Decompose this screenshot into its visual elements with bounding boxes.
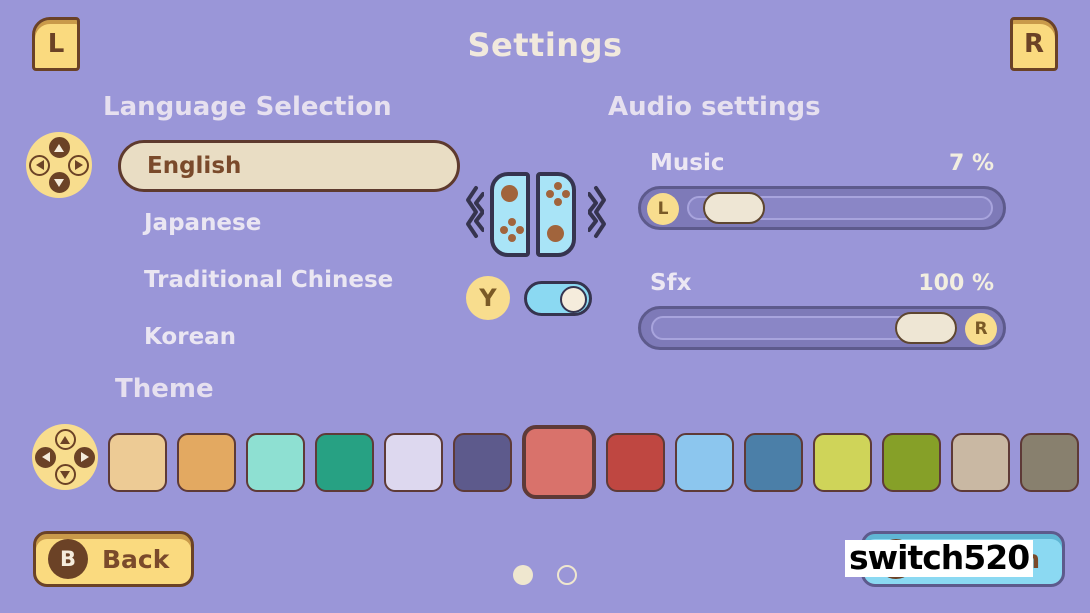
- theme-swatch[interactable]: [315, 432, 374, 492]
- settings-screen: L R Settings Language Selection English …: [0, 0, 1090, 613]
- music-slider-label: Music: [650, 150, 725, 176]
- theme-swatch[interactable]: [1020, 432, 1079, 492]
- theme-swatch[interactable]: [882, 432, 941, 492]
- language-option-japanese[interactable]: Japanese: [118, 197, 460, 249]
- language-option-english[interactable]: English: [118, 140, 460, 192]
- language-option-label: Traditional Chinese: [144, 267, 394, 293]
- theme-section-title: Theme: [115, 374, 214, 404]
- theme-swatch[interactable]: [384, 432, 443, 492]
- theme-swatch[interactable]: [522, 425, 596, 499]
- theme-swatch-row: [108, 424, 1079, 500]
- language-option-korean[interactable]: Korean: [118, 311, 460, 363]
- music-slider-block: Music 7 % L: [638, 150, 1006, 230]
- rumble-toggle[interactable]: [524, 281, 592, 316]
- theme-swatch[interactable]: [675, 432, 734, 492]
- theme-swatch[interactable]: [177, 432, 236, 492]
- theme-swatch[interactable]: [108, 432, 167, 492]
- y-button-label: Y: [479, 284, 497, 312]
- sfx-slider-block: Sfx 100 % R: [638, 270, 1006, 350]
- music-slider-knob[interactable]: [703, 192, 765, 224]
- music-slider-badge-l[interactable]: L: [647, 193, 679, 225]
- sfx-slider-badge-label: R: [974, 319, 988, 339]
- sfx-slider-label: Sfx: [650, 270, 692, 296]
- theme-swatch[interactable]: [744, 432, 803, 492]
- page-dot-1[interactable]: [513, 565, 533, 585]
- dpad-horizontal-icon: [32, 424, 98, 490]
- page-title: Settings: [467, 26, 623, 64]
- theme-swatch[interactable]: [606, 432, 665, 492]
- dpad-vertical-icon: [26, 132, 92, 198]
- theme-swatch[interactable]: [813, 432, 872, 492]
- music-slider-badge-label: L: [657, 199, 669, 219]
- y-button-badge[interactable]: Y: [466, 276, 510, 320]
- language-option-label: Korean: [144, 324, 237, 350]
- theme-swatch[interactable]: [246, 432, 305, 492]
- sfx-slider-badge-r[interactable]: R: [965, 313, 997, 345]
- sfx-slider[interactable]: R: [638, 306, 1006, 350]
- sfx-slider-knob[interactable]: [895, 312, 957, 344]
- joycon-vibration-icon: [462, 172, 610, 260]
- theme-swatch[interactable]: [951, 432, 1010, 492]
- audio-section-title: Audio settings: [608, 92, 821, 122]
- language-option-label: Japanese: [144, 210, 262, 236]
- language-option-traditional-chinese[interactable]: Traditional Chinese: [118, 254, 460, 306]
- joycon-right-icon: [536, 172, 576, 257]
- page-dot-2[interactable]: [557, 565, 577, 585]
- music-slider[interactable]: L: [638, 186, 1006, 230]
- vibration-wave-right-icon: [588, 186, 606, 238]
- music-slider-value: 7 %: [948, 151, 994, 176]
- watermark: switch520: [845, 540, 1034, 577]
- joycon-left-icon: [490, 172, 530, 257]
- theme-swatch[interactable]: [453, 432, 512, 492]
- language-list: English Japanese Traditional Chinese Kor…: [118, 140, 460, 368]
- language-option-label: English: [147, 153, 242, 179]
- language-section-title: Language Selection: [103, 92, 392, 122]
- sfx-slider-value: 100 %: [918, 271, 994, 296]
- toggle-knob: [560, 285, 587, 313]
- vibration-wave-left-icon: [466, 186, 484, 238]
